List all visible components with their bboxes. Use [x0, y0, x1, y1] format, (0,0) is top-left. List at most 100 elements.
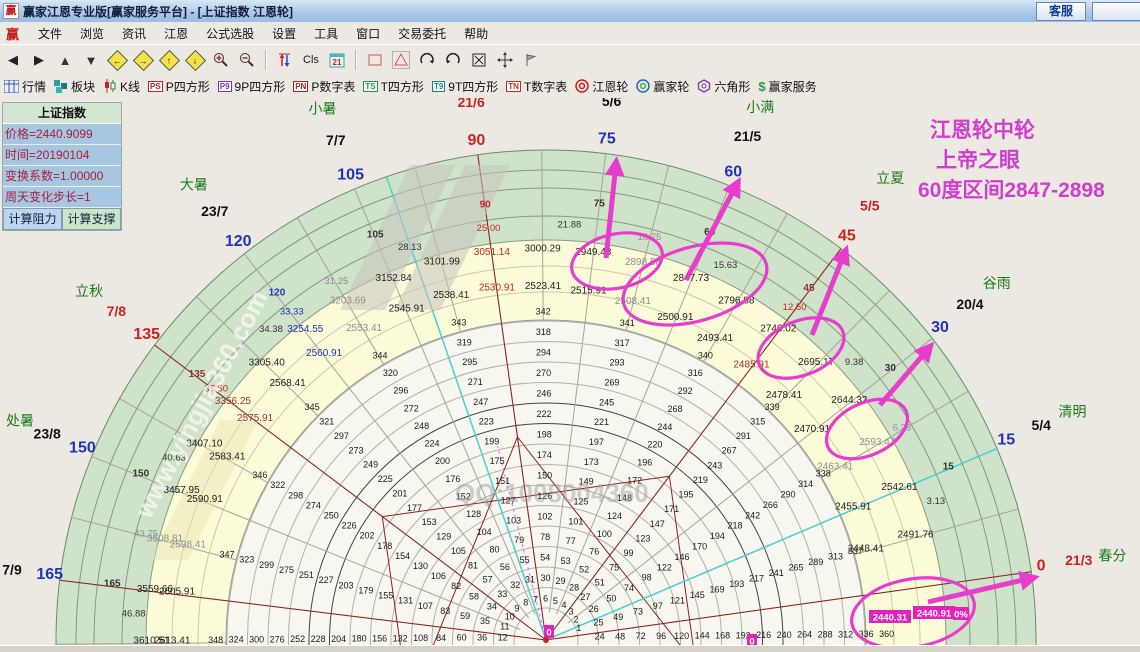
highlight-price: 2440.91 — [917, 609, 952, 620]
svg-text:98: 98 — [642, 573, 652, 583]
svg-text:26: 26 — [589, 604, 599, 614]
svg-text:248: 248 — [414, 421, 429, 431]
ribbon-item-9P四方形[interactable]: P9 9P四方形 — [217, 78, 285, 95]
diamond-up-icon[interactable]: ↑ — [157, 49, 181, 71]
svg-text:222: 222 — [537, 409, 552, 419]
svg-text:3610.51: 3610.51 — [133, 635, 170, 645]
updown-arrows-icon[interactable] — [273, 49, 297, 71]
svg-text:202: 202 — [359, 531, 374, 541]
menu-item-0[interactable]: 文件 — [29, 25, 71, 43]
toolbar-separator — [355, 50, 357, 70]
svg-text:341: 341 — [620, 318, 635, 328]
zoom-out-icon[interactable] — [235, 49, 259, 71]
triangle-tool-icon[interactable] — [389, 49, 413, 71]
svg-text:105: 105 — [337, 167, 364, 184]
menu-item-8[interactable]: 交易委托 — [389, 25, 455, 43]
svg-text:322: 322 — [270, 480, 285, 490]
ribbon-item-T数字表[interactable]: TN T数字表 — [506, 78, 567, 95]
ribbon-item-P四方形[interactable]: PS P四方形 — [148, 78, 210, 95]
zoom-in-icon[interactable] — [209, 49, 233, 71]
svg-text:153: 153 — [422, 517, 437, 527]
flag-icon[interactable] — [519, 49, 543, 71]
box-x-icon[interactable] — [467, 49, 491, 71]
ribbon-item-赢家服务[interactable]: $ 赢家服务 — [758, 78, 816, 95]
svg-text:春分: 春分 — [1098, 547, 1126, 563]
customer-service-button[interactable]: 客服 — [1035, 1, 1086, 21]
svg-text:75: 75 — [598, 131, 616, 148]
up-icon[interactable]: ▲ — [53, 49, 77, 71]
menu-item-1[interactable]: 浏览 — [71, 25, 113, 43]
svg-text:194: 194 — [710, 531, 725, 541]
ribbon-item-T四方形[interactable]: TS T四方形 — [363, 78, 424, 95]
svg-text:60: 60 — [724, 163, 742, 180]
menu-item-5[interactable]: 设置 — [263, 25, 305, 43]
ribbon-item-K线[interactable]: K线 — [103, 78, 140, 95]
menu-item-6[interactable]: 工具 — [305, 25, 347, 43]
back-icon[interactable]: ◀ — [1, 49, 25, 71]
ribbon-item-行情[interactable]: 行情 — [4, 78, 46, 95]
svg-text:200: 200 — [435, 456, 450, 466]
svg-text:90: 90 — [468, 132, 486, 149]
svg-text:21/3: 21/3 — [1065, 552, 1092, 568]
svg-text:3000.29: 3000.29 — [525, 244, 562, 255]
ribbon-item-赢家轮[interactable]: 赢家轮 — [636, 78, 689, 95]
ribbon-item-9T四方形[interactable]: T9 9T四方形 — [431, 78, 498, 95]
svg-text:3305.40: 3305.40 — [249, 358, 286, 369]
calc-resistance-button[interactable]: 计算阻力 — [3, 208, 62, 230]
svg-text:251: 251 — [299, 570, 314, 580]
svg-text:273: 273 — [349, 445, 364, 455]
svg-text:199: 199 — [484, 436, 499, 446]
ribbon-item-板块[interactable]: 板块 — [54, 78, 95, 95]
svg-text:7/8: 7/8 — [107, 303, 127, 319]
svg-text:58: 58 — [469, 591, 479, 601]
rect-tool-icon[interactable] — [363, 49, 387, 71]
ribbon-item-六角形[interactable]: 六角形 — [697, 78, 750, 95]
svg-text:174: 174 — [537, 450, 552, 460]
forward-icon[interactable]: ▶ — [27, 49, 51, 71]
svg-text:121: 121 — [670, 596, 685, 606]
svg-text:2491.76: 2491.76 — [897, 530, 934, 541]
partial-button[interactable] — [1092, 1, 1140, 21]
p9-badge: P9 — [217, 80, 232, 92]
down-icon[interactable]: ▼ — [79, 49, 103, 71]
svg-text:105: 105 — [451, 546, 466, 556]
svg-text:79: 79 — [514, 535, 524, 545]
svg-text:3101.99: 3101.99 — [424, 257, 461, 268]
diamond-left-icon[interactable]: ← — [105, 49, 129, 71]
menu-item-9[interactable]: 帮助 — [455, 25, 497, 43]
svg-text:297: 297 — [334, 431, 349, 441]
svg-text:51: 51 — [595, 577, 605, 587]
diamond-down-icon[interactable]: ↓ — [183, 49, 207, 71]
svg-text:155: 155 — [378, 591, 393, 601]
svg-text:339: 339 — [765, 402, 780, 412]
svg-text:218: 218 — [727, 521, 742, 531]
svg-text:204: 204 — [331, 634, 346, 644]
calc-support-button[interactable]: 计算支撑 — [62, 208, 121, 230]
svg-text:80: 80 — [489, 545, 499, 555]
menu-item-4[interactable]: 公式选股 — [197, 25, 263, 43]
ribbon-label: 行情 — [22, 79, 47, 94]
svg-text:5/6: 5/6 — [602, 98, 622, 109]
menu-item-2[interactable]: 资讯 — [113, 25, 155, 43]
ribbon-item-江恩轮[interactable]: 江恩轮 — [575, 78, 628, 95]
menu-item-7[interactable]: 窗口 — [347, 25, 389, 43]
menu-item-3[interactable]: 江恩 — [155, 25, 197, 43]
ribbon-bar: 行情 板块 K线 PS P四方形 P9 9P四方形 PN P数字表 TS T四方形 T9 9T四方形 TN… — [0, 74, 1140, 99]
svg-text:25.00: 25.00 — [477, 223, 501, 234]
svg-text:大暑: 大暑 — [180, 176, 208, 192]
svg-text:197: 197 — [589, 437, 604, 447]
svg-text:52: 52 — [579, 564, 589, 574]
ribbon-item-P数字表[interactable]: PN P数字表 — [293, 78, 355, 95]
arc-cw-icon[interactable] — [415, 49, 439, 71]
svg-text:2508.41: 2508.41 — [615, 296, 652, 307]
arc-ccw-icon[interactable] — [441, 49, 465, 71]
move-icon[interactable] — [493, 49, 517, 71]
svg-text:290: 290 — [780, 489, 795, 499]
svg-text:3: 3 — [569, 607, 574, 617]
calendar-icon[interactable]: 21 — [325, 49, 349, 71]
diamond-right-icon[interactable]: → — [131, 49, 155, 71]
wheel-workspace: 1234567891011121323242526272829303132333… — [0, 98, 1140, 645]
svg-text:15: 15 — [943, 461, 955, 472]
cls-icon[interactable]: Cls — [299, 49, 323, 71]
svg-text:立夏: 立夏 — [876, 170, 904, 186]
